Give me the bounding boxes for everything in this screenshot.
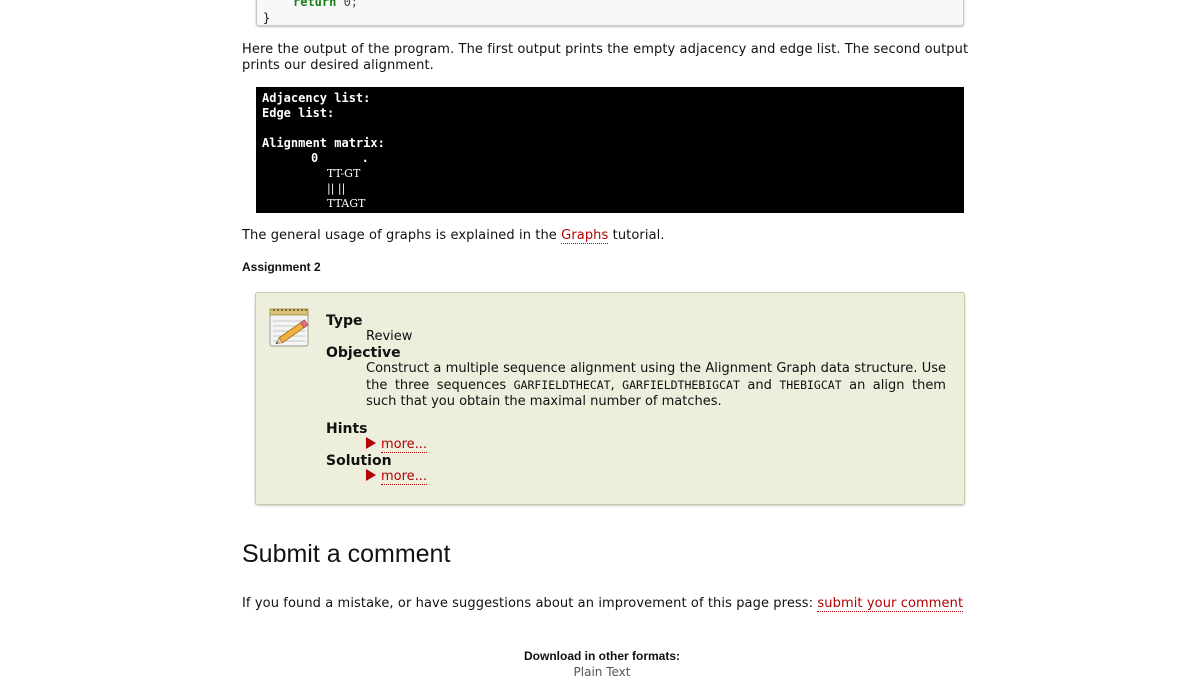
solution-more-toggle[interactable]: more... — [366, 469, 428, 485]
terminal-matrix-row-1: 0 . — [311, 151, 369, 165]
sequence-separator-2: and — [739, 378, 780, 393]
hints-label: Hints — [326, 421, 368, 437]
hints-more-link[interactable]: more... — [381, 437, 428, 453]
type-value: Review — [366, 329, 413, 344]
graphs-text-before: The general usage of graphs is explained… — [242, 228, 562, 243]
objective-label: Objective — [326, 345, 401, 361]
notepad-pencil-icon — [269, 308, 309, 347]
sequence-1: GARFIELDTHECAT — [513, 378, 611, 392]
sequence-3: THEBIGCAT — [779, 378, 842, 392]
type-label: Type — [326, 313, 363, 329]
intro-paragraph: Here the output of the program. The firs… — [242, 42, 969, 73]
solution-more-link[interactable]: more... — [381, 469, 428, 485]
comment-paragraph: If you found a mistake, or have suggesti… — [242, 596, 982, 612]
expand-triangle-icon — [366, 469, 376, 481]
code-closing-brace: } — [263, 11, 271, 25]
terminal-matrix-row-3: || || — [327, 182, 346, 195]
terminal-output: Adjacency list: Edge list: Alignment mat… — [256, 87, 964, 213]
terminal-alignment-line: Alignment matrix: — [262, 136, 385, 150]
submit-comment-title: Submit a comment — [242, 540, 451, 568]
hints-more-toggle[interactable]: more... — [366, 437, 428, 453]
terminal-matrix-row-4: TTAGT — [327, 197, 366, 210]
terminal-edge-line: Edge list: — [262, 106, 335, 120]
expand-triangle-icon — [366, 437, 376, 449]
sequence-separator-1: , — [610, 378, 623, 393]
code-block: return 0; } — [256, 0, 964, 26]
graphs-paragraph: The general usage of graphs is explained… — [242, 228, 982, 244]
code-return-value: 0; — [336, 0, 359, 9]
download-formats: Download in other formats: Plain Text — [242, 648, 962, 679]
terminal-adjacency-line: Adjacency list: — [262, 91, 371, 105]
assignment-heading: Assignment 2 — [242, 260, 321, 274]
assignment-box: Type Review Objective Construct a multip… — [255, 292, 965, 505]
code-keyword: return — [293, 0, 337, 9]
code-return-line: return 0; — [293, 0, 358, 9]
solution-label: Solution — [326, 453, 392, 469]
graphs-tutorial-link[interactable]: Graphs — [561, 228, 609, 244]
sequence-2: GARFIELDTHEBIGCAT — [622, 378, 740, 392]
objective-text: Construct a multiple sequence alignment … — [366, 361, 946, 410]
graphs-text-after: tutorial. — [608, 228, 665, 243]
plain-text-link[interactable]: Plain Text — [574, 665, 631, 679]
terminal-matrix-row-2: TT-GT — [327, 167, 361, 180]
comment-text: If you found a mistake, or have suggesti… — [242, 596, 818, 611]
download-title: Download in other formats: — [524, 649, 680, 663]
submit-comment-link[interactable]: submit your comment — [817, 596, 964, 612]
